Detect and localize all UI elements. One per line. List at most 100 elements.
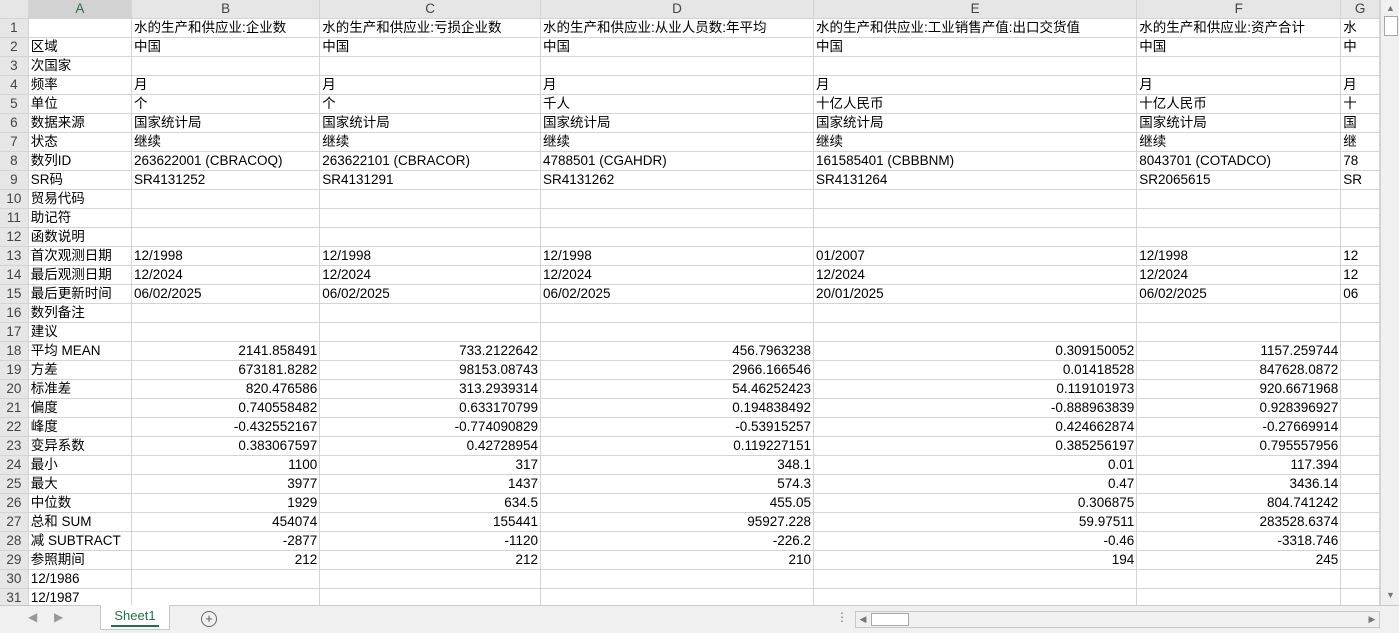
- cell-f4[interactable]: 月: [1136, 75, 1342, 95]
- row-header[interactable]: 20: [0, 379, 29, 399]
- cell-f12[interactable]: [1136, 227, 1342, 247]
- cell-d15[interactable]: 06/02/2025: [540, 284, 815, 304]
- row-header[interactable]: 12: [0, 227, 29, 247]
- cell-e31[interactable]: [813, 588, 1138, 605]
- cell-e12[interactable]: [813, 227, 1138, 247]
- cell-d16[interactable]: [540, 303, 815, 323]
- cell-c26[interactable]: 634.5: [319, 493, 541, 513]
- cell-a3[interactable]: 次国家: [28, 56, 132, 76]
- cell-b7[interactable]: 继续: [131, 132, 321, 152]
- cell-d12[interactable]: [540, 227, 815, 247]
- cell-g17[interactable]: [1340, 322, 1380, 342]
- cell-c17[interactable]: [319, 322, 541, 342]
- cell-d31[interactable]: [540, 588, 815, 605]
- cell-c28[interactable]: -1120: [319, 531, 541, 551]
- cell-c6[interactable]: 国家统计局: [319, 113, 541, 133]
- cell-c8[interactable]: 263622101 (CBRACOR): [319, 151, 541, 171]
- row-header[interactable]: 24: [0, 455, 29, 475]
- cell-a16[interactable]: 数列备注: [28, 303, 132, 323]
- cell-f1[interactable]: 水的生产和供应业:资产合计: [1136, 18, 1342, 38]
- cell-g26[interactable]: [1340, 493, 1380, 513]
- cell-c24[interactable]: 317: [319, 455, 541, 475]
- row-header[interactable]: 11: [0, 208, 29, 228]
- cell-a21[interactable]: 偏度: [28, 398, 132, 418]
- cell-b27[interactable]: 454074: [131, 512, 321, 532]
- row-header[interactable]: 2: [0, 37, 29, 57]
- cell-e2[interactable]: 中国: [813, 37, 1138, 57]
- prev-sheet-icon[interactable]: ◀: [28, 610, 37, 624]
- cell-b22[interactable]: -0.432552167: [131, 417, 321, 437]
- row-header[interactable]: 13: [0, 246, 29, 266]
- cell-e6[interactable]: 国家统计局: [813, 113, 1138, 133]
- cell-a22[interactable]: 峰度: [28, 417, 132, 437]
- row-header[interactable]: 5: [0, 94, 29, 114]
- row-header[interactable]: 16: [0, 303, 29, 323]
- cell-e17[interactable]: [813, 322, 1138, 342]
- cell-a29[interactable]: 参照期间: [28, 550, 132, 570]
- scroll-down-icon[interactable]: ▼: [1384, 589, 1397, 602]
- cell-d24[interactable]: 348.1: [540, 455, 815, 475]
- cell-e1[interactable]: 水的生产和供应业:工业销售产值:出口交货值: [813, 18, 1138, 38]
- cell-b3[interactable]: [131, 56, 321, 76]
- cell-f13[interactable]: 12/1998: [1136, 246, 1342, 266]
- cell-b11[interactable]: [131, 208, 321, 228]
- cell-table[interactable]: A B C D E F G 1 水的生产和供应业:企业数 水的生产和供应业:亏损企业数 水的生产和供…: [0, 0, 1380, 605]
- cell-f20[interactable]: 920.6671968: [1136, 379, 1342, 399]
- cell-f7[interactable]: 继续: [1136, 132, 1342, 152]
- cell-g28[interactable]: [1340, 531, 1380, 551]
- cell-b10[interactable]: [131, 189, 321, 209]
- cell-a17[interactable]: 建议: [28, 322, 132, 342]
- column-header-a[interactable]: A: [28, 0, 132, 19]
- cell-f19[interactable]: 847628.0872: [1136, 360, 1342, 380]
- cell-g6[interactable]: 国: [1340, 113, 1380, 133]
- cell-b25[interactable]: 3977: [131, 474, 321, 494]
- cell-a13[interactable]: 首次观测日期: [28, 246, 132, 266]
- cell-a24[interactable]: 最小: [28, 455, 132, 475]
- cell-a10[interactable]: 贸易代码: [28, 189, 132, 209]
- row-header[interactable]: 3: [0, 56, 29, 76]
- cell-a4[interactable]: 频率: [28, 75, 132, 95]
- cell-a30[interactable]: 12/1986: [28, 569, 132, 589]
- column-header-c[interactable]: C: [319, 0, 541, 19]
- cell-a1[interactable]: [28, 18, 132, 38]
- cell-e15[interactable]: 20/01/2025: [813, 284, 1138, 304]
- row-header[interactable]: 17: [0, 322, 29, 342]
- cell-f24[interactable]: 117.394: [1136, 455, 1342, 475]
- cell-e14[interactable]: 12/2024: [813, 265, 1138, 285]
- column-header-b[interactable]: B: [131, 0, 321, 19]
- row-header[interactable]: 15: [0, 284, 29, 304]
- cell-c3[interactable]: [319, 56, 541, 76]
- column-header-d[interactable]: D: [540, 0, 815, 19]
- cell-e21[interactable]: -0.888963839: [813, 398, 1138, 418]
- cell-b9[interactable]: SR4131252: [131, 170, 321, 190]
- cell-g15[interactable]: 06: [1340, 284, 1380, 304]
- cell-d18[interactable]: 456.7963238: [540, 341, 815, 361]
- cell-c14[interactable]: 12/2024: [319, 265, 541, 285]
- cell-g7[interactable]: 继: [1340, 132, 1380, 152]
- cell-f15[interactable]: 06/02/2025: [1136, 284, 1342, 304]
- cell-g18[interactable]: [1340, 341, 1380, 361]
- cell-f29[interactable]: 245: [1136, 550, 1342, 570]
- cell-e5[interactable]: 十亿人民币: [813, 94, 1138, 114]
- row-header[interactable]: 22: [0, 417, 29, 437]
- cell-d20[interactable]: 54.46252423: [540, 379, 815, 399]
- cell-d22[interactable]: -0.53915257: [540, 417, 815, 437]
- cell-a25[interactable]: 最大: [28, 474, 132, 494]
- cell-d10[interactable]: [540, 189, 815, 209]
- cell-b23[interactable]: 0.383067597: [131, 436, 321, 456]
- row-header[interactable]: 19: [0, 360, 29, 380]
- cell-d5[interactable]: 千人: [540, 94, 815, 114]
- cell-f27[interactable]: 283528.6374: [1136, 512, 1342, 532]
- cell-e19[interactable]: 0.01418528: [813, 360, 1138, 380]
- cell-b2[interactable]: 中国: [131, 37, 321, 57]
- cell-a12[interactable]: 函数说明: [28, 227, 132, 247]
- row-header[interactable]: 23: [0, 436, 29, 456]
- cell-d13[interactable]: 12/1998: [540, 246, 815, 266]
- cell-c4[interactable]: 月: [319, 75, 541, 95]
- row-header[interactable]: 21: [0, 398, 29, 418]
- cell-b13[interactable]: 12/1998: [131, 246, 321, 266]
- cell-b19[interactable]: 673181.8282: [131, 360, 321, 380]
- cell-f18[interactable]: 1157.259744: [1136, 341, 1342, 361]
- cell-a20[interactable]: 标准差: [28, 379, 132, 399]
- cell-d3[interactable]: [540, 56, 815, 76]
